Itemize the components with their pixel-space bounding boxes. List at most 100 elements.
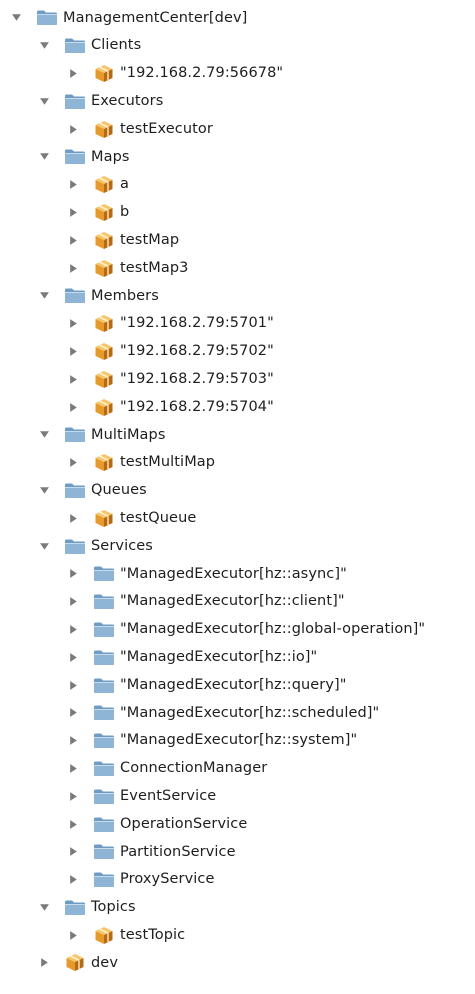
tree-node-label: Executors bbox=[91, 93, 164, 110]
expanded-arrow-icon[interactable] bbox=[10, 12, 22, 24]
collapsed-arrow-icon[interactable] bbox=[67, 762, 79, 774]
tree-node-group-services[interactable]: Services bbox=[0, 532, 475, 560]
cube-icon bbox=[93, 64, 115, 82]
cube-icon bbox=[93, 315, 115, 333]
tree-node-item[interactable]: "192.168.2.79:5702" bbox=[0, 338, 475, 366]
tree-node-item[interactable]: "ManagedExecutor[hz::query]" bbox=[0, 671, 475, 699]
cube-icon bbox=[93, 454, 115, 472]
collapsed-arrow-icon[interactable] bbox=[67, 596, 79, 608]
tree-node-item[interactable]: EventService bbox=[0, 782, 475, 810]
collapsed-arrow-icon[interactable] bbox=[67, 707, 79, 719]
tree-node-label: Queues bbox=[91, 482, 147, 499]
folder-icon bbox=[93, 620, 115, 638]
tree-node-group-maps[interactable]: Maps bbox=[0, 143, 475, 171]
tree-node-item[interactable]: testMap bbox=[0, 226, 475, 254]
tree-node-item[interactable]: "ManagedExecutor[hz::global-operation]" bbox=[0, 616, 475, 644]
tree-node-item[interactable]: OperationService bbox=[0, 810, 475, 838]
collapsed-arrow-icon[interactable] bbox=[67, 345, 79, 357]
collapsed-arrow-icon[interactable] bbox=[67, 123, 79, 135]
tree-node-group-members[interactable]: Members bbox=[0, 282, 475, 310]
tree-node-label: Members bbox=[91, 287, 159, 304]
folder-icon bbox=[93, 676, 115, 694]
folder-icon bbox=[93, 787, 115, 805]
collapsed-arrow-icon[interactable] bbox=[67, 373, 79, 385]
tree-node-label: ManagementCenter[dev] bbox=[63, 9, 248, 26]
tree-node-label: ProxyService bbox=[120, 871, 215, 888]
tree-node-item[interactable]: "192.168.2.79:5703" bbox=[0, 365, 475, 393]
tree-node-item[interactable]: "192.168.2.79:56678" bbox=[0, 60, 475, 88]
tree-node-item[interactable]: "ManagedExecutor[hz::client]" bbox=[0, 588, 475, 616]
tree-node-item[interactable]: a bbox=[0, 171, 475, 199]
expanded-arrow-icon[interactable] bbox=[38, 290, 50, 302]
collapsed-arrow-icon[interactable] bbox=[67, 929, 79, 941]
collapsed-arrow-icon[interactable] bbox=[67, 790, 79, 802]
cube-icon bbox=[93, 231, 115, 249]
collapsed-arrow-icon[interactable] bbox=[67, 234, 79, 246]
tree-node-item[interactable]: "ManagedExecutor[hz::system]" bbox=[0, 727, 475, 755]
tree-node-item[interactable]: "192.168.2.79:5701" bbox=[0, 310, 475, 338]
tree-node-label: testMap3 bbox=[120, 259, 189, 276]
expanded-arrow-icon[interactable] bbox=[38, 151, 50, 163]
collapsed-arrow-icon[interactable] bbox=[67, 179, 79, 191]
tree-node-item[interactable]: PartitionService bbox=[0, 838, 475, 866]
tree-node-label: testQueue bbox=[120, 509, 197, 526]
tree-node-group-topics[interactable]: Topics bbox=[0, 894, 475, 922]
tree-node-label: "192.168.2.79:5704" bbox=[120, 398, 274, 415]
cube-icon bbox=[64, 954, 86, 972]
tree-node-group-queues[interactable]: Queues bbox=[0, 477, 475, 505]
tree-node-root[interactable]: ManagementCenter[dev] bbox=[0, 4, 475, 32]
collapsed-arrow-icon[interactable] bbox=[67, 623, 79, 635]
tree-node-label: "ManagedExecutor[hz::query]" bbox=[120, 676, 347, 693]
collapsed-arrow-icon[interactable] bbox=[67, 846, 79, 858]
tree-node-item[interactable]: "192.168.2.79:5704" bbox=[0, 393, 475, 421]
expanded-arrow-icon[interactable] bbox=[38, 40, 50, 52]
cube-icon bbox=[93, 203, 115, 221]
tree-node-item[interactable]: testQueue bbox=[0, 504, 475, 532]
collapsed-arrow-icon[interactable] bbox=[67, 512, 79, 524]
tree-node-group-clients[interactable]: Clients bbox=[0, 32, 475, 60]
collapsed-arrow-icon[interactable] bbox=[67, 874, 79, 886]
tree-node-item[interactable]: testExecutor bbox=[0, 115, 475, 143]
expanded-arrow-icon[interactable] bbox=[38, 540, 50, 552]
expanded-arrow-icon[interactable] bbox=[38, 95, 50, 107]
cube-icon bbox=[93, 176, 115, 194]
tree-node-item[interactable]: testTopic bbox=[0, 921, 475, 949]
tree-node-item[interactable]: ConnectionManager bbox=[0, 755, 475, 783]
expanded-arrow-icon[interactable] bbox=[38, 901, 50, 913]
tree-node-label: Clients bbox=[91, 37, 142, 54]
collapsed-arrow-icon[interactable] bbox=[67, 67, 79, 79]
tree-node-label: Topics bbox=[91, 899, 136, 916]
folder-icon bbox=[36, 9, 58, 27]
tree-node-group-executors[interactable]: Executors bbox=[0, 87, 475, 115]
tree-node-group-multimaps[interactable]: MultiMaps bbox=[0, 421, 475, 449]
tree-node-item[interactable]: "ManagedExecutor[hz::async]" bbox=[0, 560, 475, 588]
tree-node-label: "192.168.2.79:5701" bbox=[120, 315, 274, 332]
tree-node-item[interactable]: b bbox=[0, 199, 475, 227]
expanded-arrow-icon[interactable] bbox=[38, 429, 50, 441]
cube-icon bbox=[93, 509, 115, 527]
folder-icon bbox=[64, 37, 86, 55]
tree-node-label: testMultiMap bbox=[120, 454, 216, 471]
collapsed-arrow-icon[interactable] bbox=[67, 206, 79, 218]
tree-node-item[interactable]: ProxyService bbox=[0, 866, 475, 894]
collapsed-arrow-icon[interactable] bbox=[67, 457, 79, 469]
tree-node-item[interactable]: "ManagedExecutor[hz::scheduled]" bbox=[0, 699, 475, 727]
collapsed-arrow-icon[interactable] bbox=[67, 735, 79, 747]
collapsed-arrow-icon[interactable] bbox=[38, 957, 50, 969]
tree-node-item[interactable]: testMultiMap bbox=[0, 449, 475, 477]
collapsed-arrow-icon[interactable] bbox=[67, 818, 79, 830]
collapsed-arrow-icon[interactable] bbox=[67, 568, 79, 580]
collapsed-arrow-icon[interactable] bbox=[67, 262, 79, 274]
collapsed-arrow-icon[interactable] bbox=[67, 679, 79, 691]
expanded-arrow-icon[interactable] bbox=[38, 484, 50, 496]
folder-icon bbox=[93, 815, 115, 833]
tree-node-item[interactable]: testMap3 bbox=[0, 254, 475, 282]
cube-icon bbox=[93, 342, 115, 360]
tree-node-label: "192.168.2.79:5703" bbox=[120, 371, 274, 387]
folder-icon bbox=[93, 593, 115, 611]
collapsed-arrow-icon[interactable] bbox=[67, 401, 79, 413]
collapsed-arrow-icon[interactable] bbox=[67, 651, 79, 663]
collapsed-arrow-icon[interactable] bbox=[67, 318, 79, 330]
tree-node-item[interactable]: "ManagedExecutor[hz::io]" bbox=[0, 643, 475, 671]
tree-node-dev[interactable]: dev bbox=[0, 949, 475, 977]
